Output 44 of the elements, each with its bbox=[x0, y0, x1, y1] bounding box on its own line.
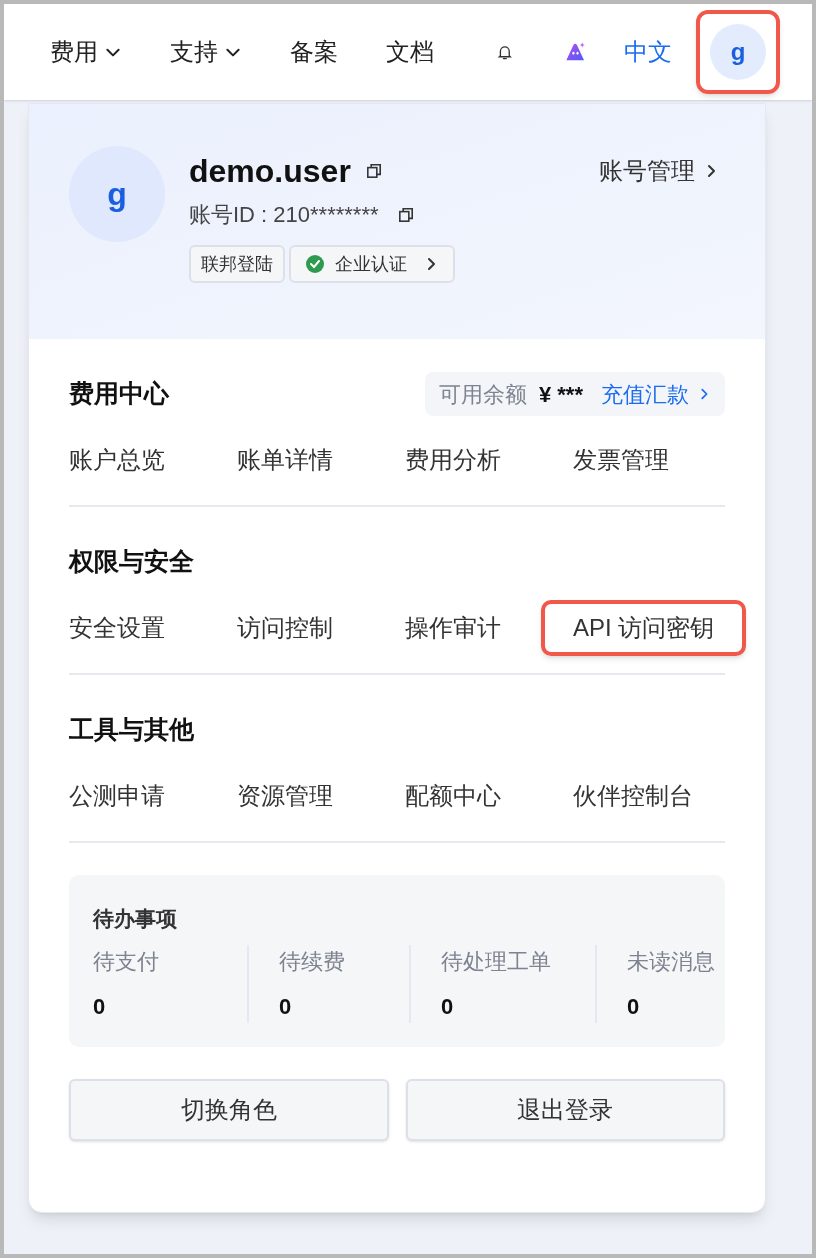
menu-link[interactable]: 账单详情 bbox=[237, 442, 333, 478]
menu-link[interactable]: 费用分析 bbox=[405, 442, 501, 478]
todo-label: 待续费 bbox=[279, 947, 346, 976]
menu-link[interactable]: 发票管理 bbox=[573, 442, 669, 478]
section-title: 权限与安全 bbox=[69, 546, 194, 578]
nav-link[interactable]: 费用 bbox=[50, 34, 122, 70]
menu-link[interactable]: 配额中心 bbox=[405, 778, 501, 814]
nav-link[interactable]: 备案 bbox=[290, 34, 338, 70]
recharge-link[interactable]: 充值汇款 bbox=[601, 377, 711, 411]
menu-link[interactable]: 伙伴控制台 bbox=[573, 778, 693, 814]
menu-link[interactable]: 账户总览 bbox=[69, 442, 165, 478]
username: demo.user bbox=[189, 152, 351, 191]
menu-link[interactable]: 安全设置 bbox=[69, 610, 165, 646]
menu-link[interactable]: 访问控制 bbox=[237, 610, 333, 646]
check-circle-icon bbox=[305, 254, 325, 274]
menu-link[interactable]: 公测申请 bbox=[69, 778, 165, 814]
avatar-button[interactable]: g bbox=[710, 24, 766, 80]
profile-avatar: g bbox=[69, 146, 165, 242]
todo-count: 0 bbox=[93, 992, 107, 1021]
verification-tag[interactable]: 企业认证 bbox=[289, 245, 455, 283]
section-title: 费用中心 bbox=[69, 378, 169, 410]
account-management-link[interactable]: 账号管理 bbox=[599, 146, 719, 196]
language-link[interactable]: 中文 bbox=[624, 34, 672, 70]
login-tag: 联邦登陆 bbox=[189, 245, 285, 283]
copy-icon[interactable] bbox=[364, 162, 383, 180]
menu-link[interactable]: 操作审计 bbox=[405, 610, 501, 646]
nav-link[interactable]: 支持 bbox=[170, 34, 242, 70]
todo-count: 0 bbox=[627, 992, 641, 1021]
balance-label: 可用余额 bbox=[438, 380, 527, 409]
nav-link[interactable]: 文档 bbox=[386, 34, 434, 70]
todo-title: 待办事项 bbox=[93, 906, 178, 932]
todo-count: 0 bbox=[441, 992, 455, 1021]
menu-link[interactable]: 资源管理 bbox=[237, 778, 333, 814]
todo-label: 未读消息 bbox=[627, 947, 715, 976]
todo-label: 待支付 bbox=[93, 947, 160, 976]
todo-count: 0 bbox=[279, 992, 293, 1021]
action-button[interactable]: 退出登录 bbox=[405, 1078, 725, 1141]
copy-icon[interactable] bbox=[396, 205, 415, 224]
section-title: 工具与其他 bbox=[69, 714, 194, 746]
menu-link[interactable]: API 访问密钥 bbox=[541, 600, 747, 656]
account-id: 账号ID : 210******** bbox=[189, 201, 379, 229]
action-button[interactable]: 切换角色 bbox=[69, 1078, 389, 1141]
balance-value: ¥ *** bbox=[538, 380, 583, 409]
todo-label: 待处理工单 bbox=[441, 947, 552, 976]
